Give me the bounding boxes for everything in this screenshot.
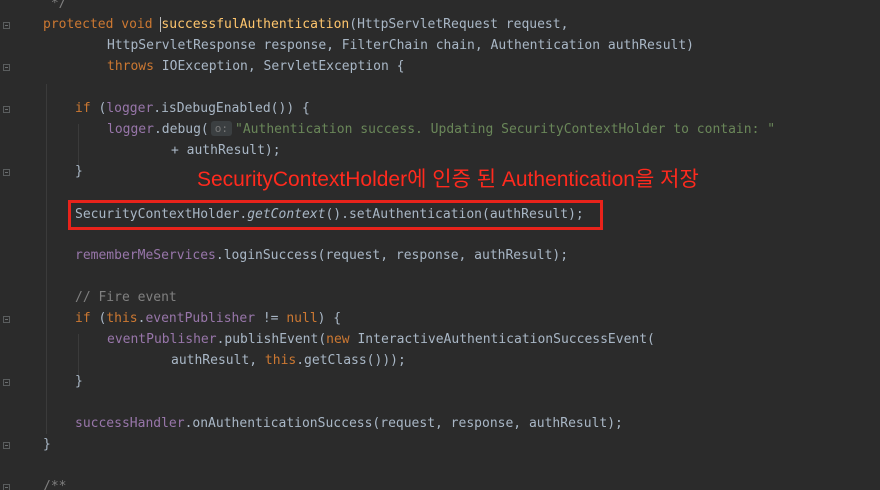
code-comment: /**	[43, 479, 67, 490]
fold-icon[interactable]	[3, 169, 10, 176]
code-line: if (this.eventPublisher != null) {	[75, 311, 342, 326]
fold-icon[interactable]	[3, 316, 10, 323]
fold-icon[interactable]	[3, 64, 10, 71]
fold-icon[interactable]	[3, 442, 10, 449]
annotation-text: SecurityContextHolder에 인증 된 Authenticati…	[197, 168, 699, 191]
indent-guide	[46, 84, 47, 434]
code-line: }	[43, 437, 51, 452]
code-line: }	[75, 374, 83, 389]
code-line: eventPublisher.publishEvent(new Interact…	[107, 332, 655, 347]
code-line: successHandler.onAuthenticationSuccess(r…	[75, 416, 623, 431]
code-editor[interactable]: */ protected void successfulAuthenticati…	[0, 0, 880, 490]
highlight-box	[68, 200, 603, 230]
fold-icon[interactable]	[3, 484, 10, 490]
fold-icon[interactable]	[3, 22, 10, 29]
code-line: authResult, this.getClass()));	[171, 353, 406, 368]
code-line: }	[75, 164, 83, 179]
code-comment: // Fire event	[75, 290, 177, 305]
code-line: logger.debug(o: "Authentication success. …	[107, 121, 776, 137]
fold-icon[interactable]	[3, 106, 10, 113]
code-line: + authResult);	[171, 143, 281, 158]
code-line: throws IOException, ServletException {	[107, 59, 405, 74]
code-line: rememberMeServices.loginSuccess(request,…	[75, 248, 569, 263]
code-line: HttpServletResponse response, FilterChai…	[107, 38, 694, 53]
method-name: successfulAuthentication	[160, 17, 350, 32]
code-line: */	[43, 0, 67, 11]
code-line: if (logger.isDebugEnabled()) {	[75, 101, 310, 116]
editor-gutter	[0, 0, 14, 490]
code-line: protected void successfulAuthentication(…	[43, 17, 569, 32]
parameter-hint: o:	[210, 121, 233, 136]
fold-icon[interactable]	[3, 379, 10, 386]
